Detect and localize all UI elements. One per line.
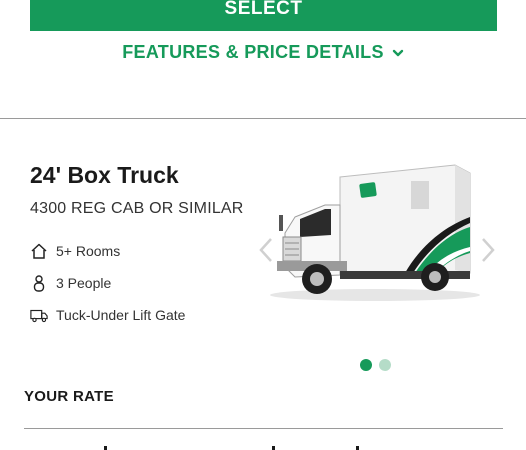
cutoff-text-fragment: [272, 446, 275, 450]
vehicle-model: 4300 REG CAB OR SIMILAR: [30, 200, 244, 217]
cutoff-text-fragment: [104, 446, 107, 450]
house-icon: [30, 242, 48, 260]
vehicle-title: 24' Box Truck: [30, 162, 179, 188]
cutoff-text-fragment: [356, 446, 359, 450]
carousel-dot-2[interactable]: [379, 359, 391, 371]
rate-divider: [24, 428, 503, 429]
truck-image: [270, 164, 480, 301]
feature-lift-label: Tuck-Under Lift Gate: [56, 307, 186, 323]
feature-rooms: 5+ Rooms: [30, 242, 120, 260]
carousel-dot-1[interactable]: [360, 359, 372, 371]
carousel-indicators: [360, 359, 391, 371]
select-button[interactable]: SELECT: [30, 0, 497, 31]
feature-people-label: 3 People: [56, 275, 112, 291]
features-price-details-link[interactable]: FEATURES & PRICE DETAILS: [0, 42, 526, 63]
truck-icon: [30, 306, 48, 324]
your-rate-heading: YOUR RATE: [24, 388, 114, 405]
feature-people: 3 People: [30, 274, 111, 292]
feature-lift-gate: Tuck-Under Lift Gate: [30, 306, 185, 324]
feature-rooms-label: 5+ Rooms: [56, 243, 121, 259]
features-link-label: FEATURES & PRICE DETAILS: [122, 42, 384, 62]
chevron-down-icon: [392, 49, 403, 56]
section-divider: [0, 118, 526, 119]
select-button-label: SELECT: [224, 0, 303, 19]
person-icon: [30, 274, 48, 292]
